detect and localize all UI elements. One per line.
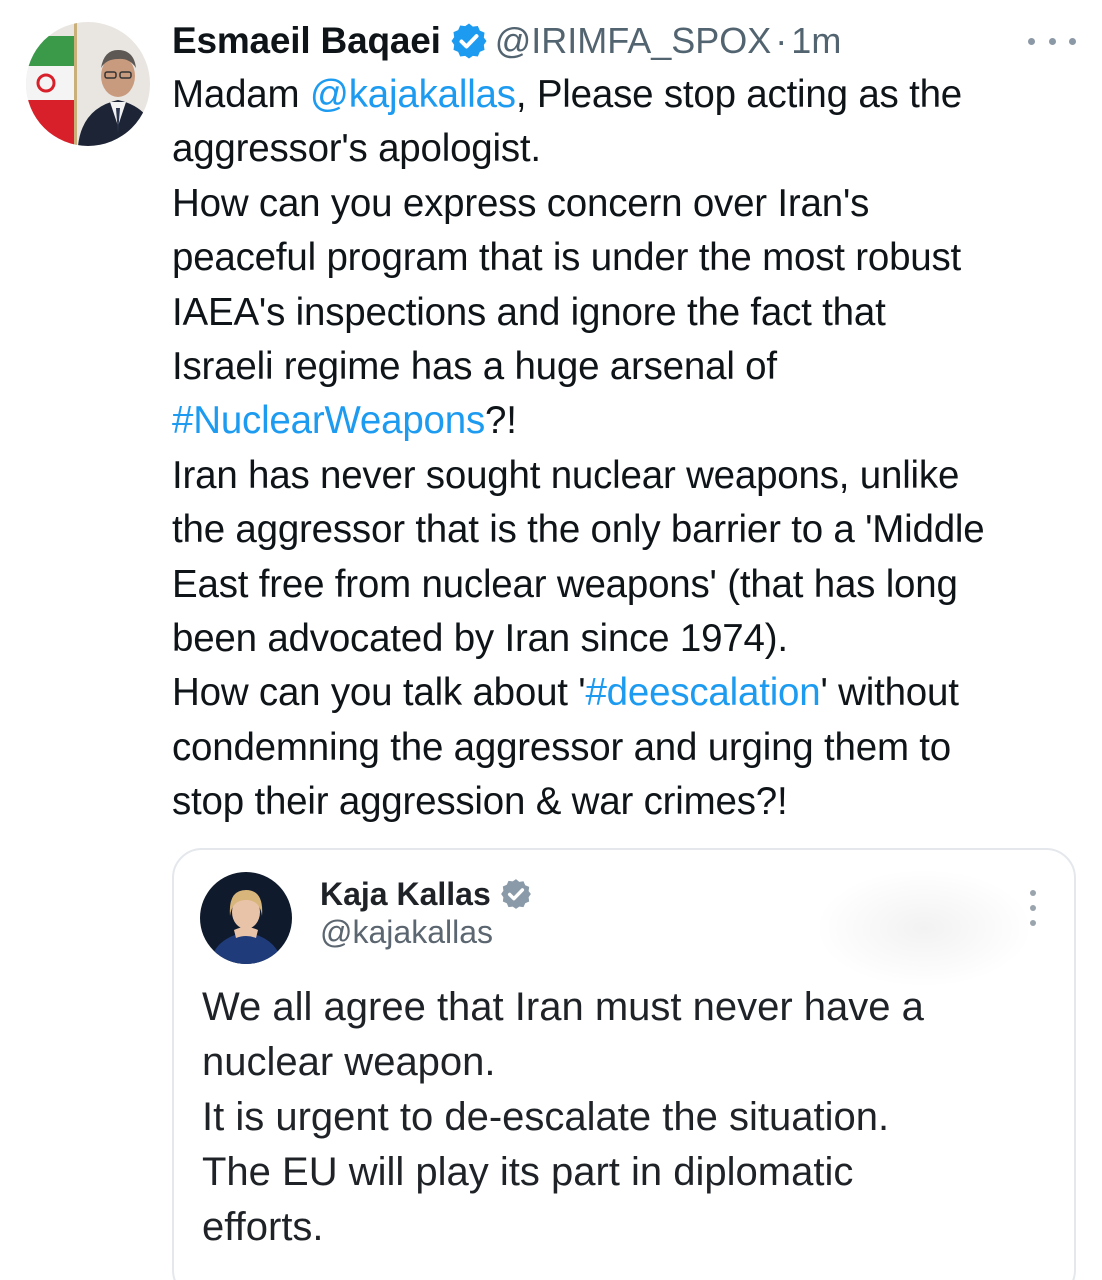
tweet-text-line: Israeli regime has a huge arsenal of (172, 340, 1092, 394)
quoted-tweet-text: We all agree that Iran must never have a… (202, 980, 1062, 1255)
kebab-dot (1030, 920, 1036, 926)
tweet-text-line: How can you express concern over Iran's (172, 177, 1092, 231)
quoted-more-options-icon[interactable] (1026, 890, 1040, 926)
verified-badge-icon (449, 21, 489, 61)
tweet-text-line: Iran has never sought nuclear weapons, u… (172, 449, 1092, 503)
tweet-text-line: the aggressor that is the only barrier t… (172, 503, 1092, 557)
tweet-text-segment: aggressor's apologist. (172, 127, 541, 171)
quoted-text-line: efforts. (202, 1205, 324, 1249)
tweet-text-line: aggressor's apologist. (172, 122, 1092, 176)
tweet-text-line: been advocated by Iran since 1974). (172, 612, 1092, 666)
tweet-text-segment: How can you talk about ' (172, 671, 586, 715)
quoted-text-line: It is urgent to de-escalate the situatio… (202, 1095, 890, 1139)
quoted-header: Kaja Kallas (320, 870, 533, 918)
tweet-text-segment: ' without (820, 671, 959, 715)
tweet-text-line: Madam @kajakallas, Please stop acting as… (172, 68, 1092, 122)
tweet-text-segment: stop their aggression & war crimes?! (172, 780, 788, 824)
tweet-text-segment: East free from nuclear weapons' (that ha… (172, 562, 958, 606)
more-options-icon[interactable] (1028, 24, 1076, 58)
quoted-tweet-background-smudge (814, 868, 1034, 988)
author-display-name[interactable]: Esmaeil Baqaei (172, 20, 441, 62)
more-dot (1069, 37, 1076, 45)
tweet[interactable]: Esmaeil Baqaei @IRIMFA_SPOX · 1m Madam @… (0, 0, 1102, 1280)
quoted-text-line: The EU will play its part in diplomatic (202, 1150, 854, 1194)
tweet-text-segment: the aggressor that is the only barrier t… (172, 508, 985, 552)
kebab-dot (1030, 905, 1036, 911)
more-dot (1048, 37, 1056, 45)
tweet-text: Madam @kajakallas, Please stop acting as… (172, 68, 1092, 829)
mention-link[interactable]: @kajakallas (310, 73, 516, 116)
tweet-text-line: East free from nuclear weapons' (that ha… (172, 558, 1092, 612)
quoted-tweet-card[interactable]: Kaja Kallas @kajakallas We all agree tha… (172, 848, 1076, 1280)
tweet-text-segment: How can you express concern over Iran's (172, 181, 870, 225)
tweet-text-line: peaceful program that is under the most … (172, 231, 1092, 285)
tweet-text-line: stop their aggression & war crimes?! (172, 775, 1092, 829)
author-avatar[interactable] (26, 22, 150, 146)
author-avatar-image (26, 22, 150, 146)
author-handle[interactable]: @IRIMFA_SPOX (495, 20, 772, 62)
header-separator: · (775, 20, 788, 61)
tweet-text-segment: ?! (485, 399, 517, 443)
tweet-text-line: #NuclearWeapons?! (172, 394, 1092, 448)
quoted-author-avatar[interactable] (200, 872, 292, 964)
tweet-text-segment: Madam (172, 73, 310, 116)
hashtag-link[interactable]: #NuclearWeapons (172, 399, 485, 442)
tweet-text-segment: condemning the aggressor and urging them… (172, 725, 952, 769)
tweet-header: Esmaeil Baqaei @IRIMFA_SPOX · 1m (172, 16, 932, 66)
quoted-author-display-name[interactable]: Kaja Kallas (320, 876, 491, 913)
tweet-text-segment: been advocated by Iran since 1974). (172, 616, 788, 660)
quoted-author-handle[interactable]: @kajakallas (320, 914, 493, 951)
tweet-text-segment: IAEA's inspections and ignore the fact t… (172, 290, 886, 334)
tweet-timestamp[interactable]: 1m (791, 20, 841, 62)
hashtag-link[interactable]: #deescalation (585, 671, 820, 714)
tweet-text-segment: peaceful program that is under the most … (172, 236, 962, 280)
tweet-text-segment: Iran has never sought nuclear weapons, u… (172, 453, 960, 497)
kebab-dot (1030, 890, 1036, 896)
tweet-text-segment: , Please stop acting as the (515, 73, 963, 116)
tweet-text-segment: Israeli regime has a huge arsenal of (172, 344, 777, 388)
tweet-text-line: condemning the aggressor and urging them… (172, 721, 1092, 775)
tweet-text-line: How can you talk about '#deescalation' w… (172, 666, 1092, 720)
quoted-text-line: We all agree that Iran must never have a (202, 985, 924, 1029)
tweet-text-line: IAEA's inspections and ignore the fact t… (172, 286, 1092, 340)
quoted-author-avatar-image (200, 872, 292, 964)
quoted-text-line: nuclear weapon. (202, 1040, 496, 1084)
more-dot (1028, 37, 1035, 45)
quoted-verified-badge-icon (499, 877, 533, 911)
